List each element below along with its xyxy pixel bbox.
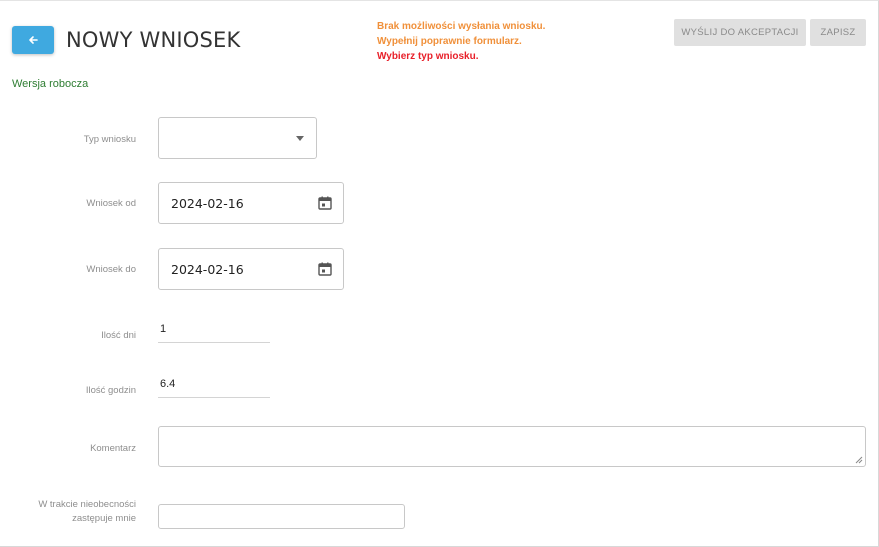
days-value: 1 xyxy=(160,323,167,335)
comment-textarea[interactable] xyxy=(158,426,866,467)
validation-messages: Brak możliwości wysłania wniosku. Wypełn… xyxy=(377,19,545,64)
calendar-icon[interactable] xyxy=(317,261,333,277)
date-to-field[interactable]: 2024-02-16 xyxy=(158,248,344,290)
substitute-label: W trakcie nieobecności zastępuje mnie xyxy=(12,498,136,526)
date-from-label: Wniosek od xyxy=(86,198,136,209)
status-badge: Wersja robocza xyxy=(12,78,89,90)
warning-message: Wypełnij poprawnie formularz. xyxy=(377,36,522,47)
arrow-left-icon xyxy=(29,36,38,44)
days-field[interactable]: 1 xyxy=(158,321,270,343)
warning-message: Brak możliwości wysłania wniosku. xyxy=(377,21,546,32)
hours-value: 6.4 xyxy=(160,378,176,390)
substitute-label-line: zastępuje mnie xyxy=(72,513,136,524)
substitute-label-line: W trakcie nieobecności xyxy=(38,499,136,510)
hours-field[interactable]: 6.4 xyxy=(158,376,270,398)
hours-label: Ilość godzin xyxy=(85,385,136,396)
substitute-input[interactable] xyxy=(158,504,405,529)
send-for-approval-button[interactable]: WYŚLIJ DO AKCEPTACJI xyxy=(674,19,806,46)
date-from-field[interactable]: 2024-02-16 xyxy=(158,182,344,224)
days-label: Ilość dni xyxy=(101,330,136,341)
error-message: Wybierz typ wniosku. xyxy=(377,51,479,62)
calendar-icon[interactable] xyxy=(317,195,333,211)
chevron-down-icon xyxy=(296,136,304,141)
type-select[interactable] xyxy=(158,117,317,159)
date-to-label: Wniosek do xyxy=(86,264,136,275)
page-title: NOWY WNIOSEK xyxy=(66,28,241,52)
date-from-value: 2024-02-16 xyxy=(171,196,244,211)
resize-handle-icon[interactable] xyxy=(855,456,863,464)
type-label: Typ wniosku xyxy=(83,134,136,145)
back-button[interactable] xyxy=(12,26,54,54)
date-to-value: 2024-02-16 xyxy=(171,262,244,277)
save-button[interactable]: ZAPISZ xyxy=(810,19,866,46)
comment-label: Komentarz xyxy=(90,443,136,454)
